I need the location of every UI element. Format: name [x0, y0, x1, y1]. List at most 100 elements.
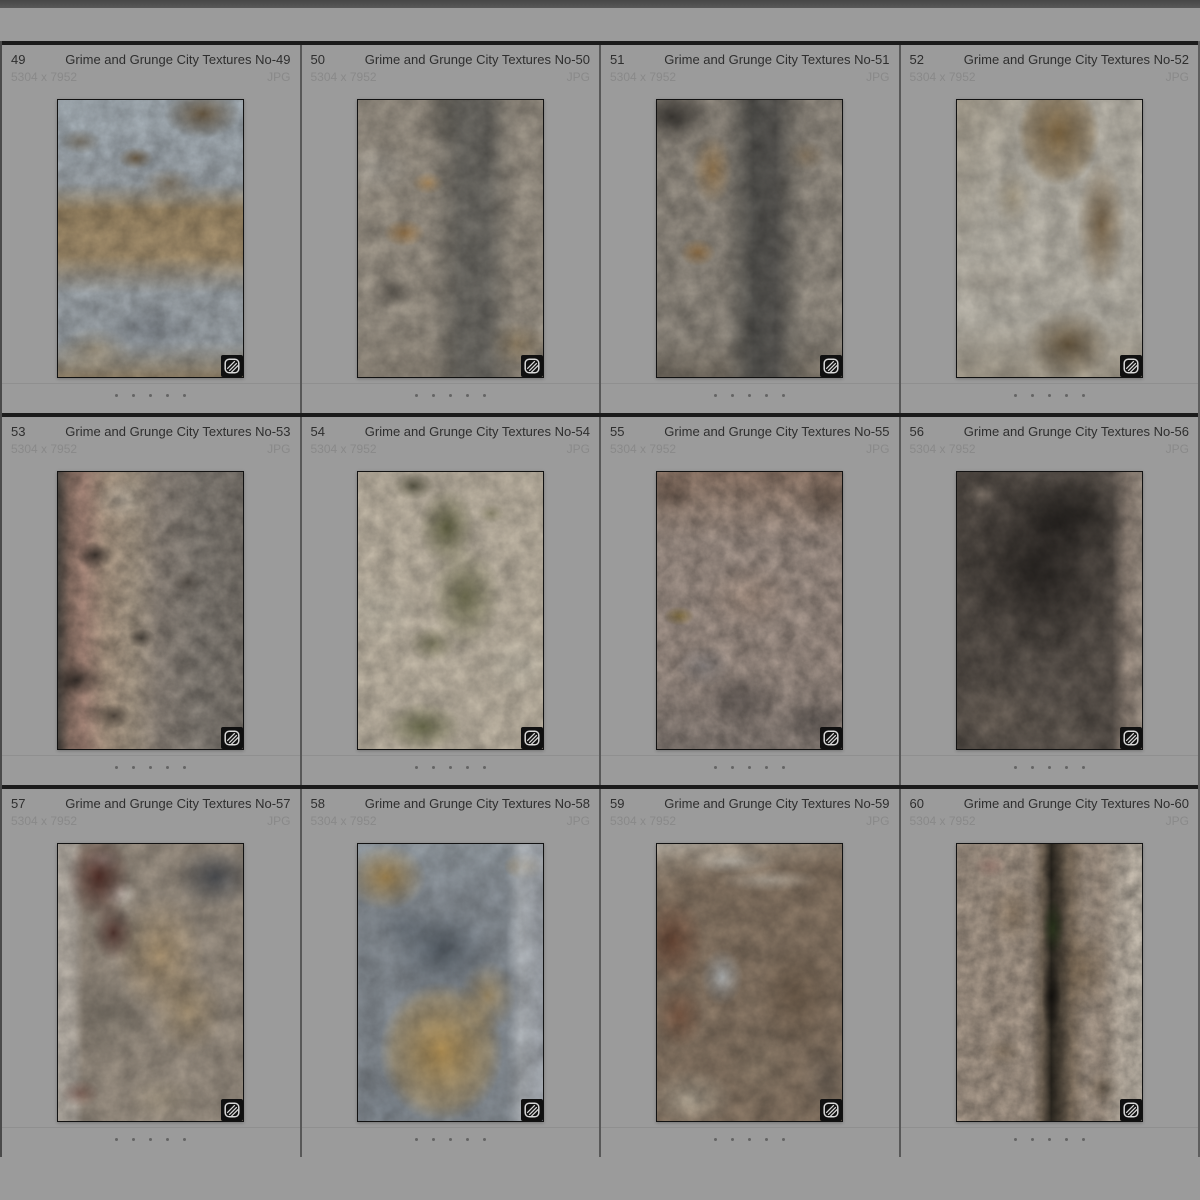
- grid-cell-51[interactable]: 51Grime and Grunge City Textures No-51 5…: [601, 45, 901, 413]
- photo-dimensions: 5304 x 7952: [610, 70, 676, 84]
- photo-title: Grime and Grunge City Textures No-60: [964, 796, 1189, 811]
- photo-dimensions: 5304 x 7952: [910, 442, 976, 456]
- cell-footer-divider: [302, 383, 600, 384]
- photo-index: 50: [311, 52, 325, 67]
- photo-thumbnail-51[interactable]: [656, 99, 843, 378]
- photo-thumbnail-60[interactable]: [956, 843, 1143, 1122]
- grid-cell-52[interactable]: 52Grime and Grunge City Textures No-52 5…: [901, 45, 1199, 413]
- grid-row-1: 49 Grime and Grunge City Textures No-49 5…: [2, 41, 1198, 413]
- keyword-badge-icon[interactable]: [820, 727, 842, 749]
- texture-grain: [58, 844, 243, 1121]
- photo-index: 52: [910, 52, 924, 67]
- keyword-badge-icon[interactable]: [1120, 355, 1142, 377]
- photo-thumbnail-57[interactable]: [57, 843, 244, 1122]
- rating-dots[interactable]: [601, 765, 899, 769]
- photo-format: JPG: [267, 814, 290, 828]
- rating-dots[interactable]: [601, 393, 899, 397]
- rating-dots[interactable]: [901, 765, 1199, 769]
- grid-cell-60[interactable]: 60 Grime and Grunge City Textures No-60 5…: [901, 789, 1199, 1157]
- rating-dots[interactable]: [302, 765, 600, 769]
- photo-dimensions: 5304 x 7952: [11, 70, 77, 84]
- keyword-badge-icon[interactable]: [521, 727, 543, 749]
- texture-grain: [957, 844, 1142, 1121]
- grid-cell-53[interactable]: 53Grime and Grunge City Textures No-53 5…: [2, 417, 302, 785]
- photo-title: Grime and Grunge City Textures No-51: [664, 52, 889, 67]
- photo-dimensions: 5304 x 7952: [11, 442, 77, 456]
- keyword-badge-icon[interactable]: [1120, 1099, 1142, 1121]
- photo-thumbnail-52[interactable]: [956, 99, 1143, 378]
- photo-index: 58: [311, 796, 325, 811]
- photo-title: Grime and Grunge City Textures No-50: [365, 52, 590, 67]
- photo-format: JPG: [567, 70, 590, 84]
- photo-format: JPG: [866, 814, 889, 828]
- photo-index: 60: [910, 796, 924, 811]
- rating-dots[interactable]: [2, 393, 300, 397]
- cell-header: 60 Grime and Grunge City Textures No-60 5…: [901, 789, 1199, 830]
- keyword-badge-icon[interactable]: [221, 1099, 243, 1121]
- grid-row-3: 57Grime and Grunge City Textures No-57 5…: [2, 785, 1198, 1157]
- photo-index: 59: [610, 796, 624, 811]
- grid-cell-57[interactable]: 57Grime and Grunge City Textures No-57 5…: [2, 789, 302, 1157]
- photo-dimensions: 5304 x 7952: [311, 814, 377, 828]
- rating-dots[interactable]: [901, 393, 1199, 397]
- photo-dimensions: 5304 x 7952: [910, 70, 976, 84]
- keyword-badge-icon[interactable]: [1120, 727, 1142, 749]
- texture-grain: [358, 100, 543, 377]
- cell-header: 56Grime and Grunge City Textures No-56 5…: [901, 417, 1199, 458]
- grid-cell-55[interactable]: 55Grime and Grunge City Textures No-55 5…: [601, 417, 901, 785]
- bottom-gutter: [0, 1157, 1200, 1200]
- photo-title: Grime and Grunge City Textures No-49: [65, 52, 290, 67]
- keyword-badge-icon[interactable]: [221, 727, 243, 749]
- keyword-badge-icon[interactable]: [521, 355, 543, 377]
- grid-cell-58[interactable]: 58 Grime and Grunge City Textures No-58 5…: [302, 789, 602, 1157]
- photo-index: 49: [11, 52, 25, 67]
- texture-grain: [58, 472, 243, 749]
- keyword-badge-icon[interactable]: [820, 355, 842, 377]
- photo-thumbnail-53[interactable]: [57, 471, 244, 750]
- texture-grain: [657, 844, 842, 1121]
- photo-dimensions: 5304 x 7952: [610, 442, 676, 456]
- grid-cell-56[interactable]: 56Grime and Grunge City Textures No-56 5…: [901, 417, 1199, 785]
- photo-index: 57: [11, 796, 25, 811]
- photo-format: JPG: [866, 70, 889, 84]
- photo-thumbnail-58[interactable]: [357, 843, 544, 1122]
- photo-format: JPG: [267, 70, 290, 84]
- cell-header: 49 Grime and Grunge City Textures No-49 5…: [2, 45, 300, 86]
- photo-title: Grime and Grunge City Textures No-58: [365, 796, 590, 811]
- photo-index: 54: [311, 424, 325, 439]
- top-panel-edge: [0, 0, 1200, 8]
- cell-header: 53Grime and Grunge City Textures No-53 5…: [2, 417, 300, 458]
- photo-dimensions: 5304 x 7952: [11, 814, 77, 828]
- grid-cell-50[interactable]: 50 Grime and Grunge City Textures No-50 5…: [302, 45, 602, 413]
- photo-thumbnail-54[interactable]: [357, 471, 544, 750]
- rating-dots[interactable]: [302, 1137, 600, 1141]
- texture-grain: [358, 844, 543, 1121]
- photo-thumbnail-49[interactable]: [57, 99, 244, 378]
- keyword-badge-icon[interactable]: [820, 1099, 842, 1121]
- grid-cell-49[interactable]: 49 Grime and Grunge City Textures No-49 5…: [2, 45, 302, 413]
- photo-index: 53: [11, 424, 25, 439]
- cell-header: 57Grime and Grunge City Textures No-57 5…: [2, 789, 300, 830]
- photo-thumbnail-56[interactable]: [956, 471, 1143, 750]
- photo-thumbnail-50[interactable]: [357, 99, 544, 378]
- cell-footer-divider: [901, 755, 1199, 756]
- rating-dots[interactable]: [2, 1137, 300, 1141]
- photo-dimensions: 5304 x 7952: [311, 70, 377, 84]
- rating-dots[interactable]: [302, 393, 600, 397]
- grid-cell-59[interactable]: 59Grime and Grunge City Textures No-59 5…: [601, 789, 901, 1157]
- texture-grain: [58, 100, 243, 377]
- photo-thumbnail-59[interactable]: [656, 843, 843, 1122]
- cell-header: 51Grime and Grunge City Textures No-51 5…: [601, 45, 899, 86]
- keyword-badge-icon[interactable]: [521, 1099, 543, 1121]
- rating-dots[interactable]: [901, 1137, 1199, 1141]
- keyword-badge-icon[interactable]: [221, 355, 243, 377]
- photo-format: JPG: [1166, 814, 1189, 828]
- cell-header: 58 Grime and Grunge City Textures No-58 5…: [302, 789, 600, 830]
- grid-cell-54[interactable]: 54Grime and Grunge City Textures No-54 5…: [302, 417, 602, 785]
- photo-format: JPG: [567, 442, 590, 456]
- photo-dimensions: 5304 x 7952: [910, 814, 976, 828]
- cell-footer-divider: [901, 383, 1199, 384]
- photo-thumbnail-55[interactable]: [656, 471, 843, 750]
- rating-dots[interactable]: [601, 1137, 899, 1141]
- rating-dots[interactable]: [2, 765, 300, 769]
